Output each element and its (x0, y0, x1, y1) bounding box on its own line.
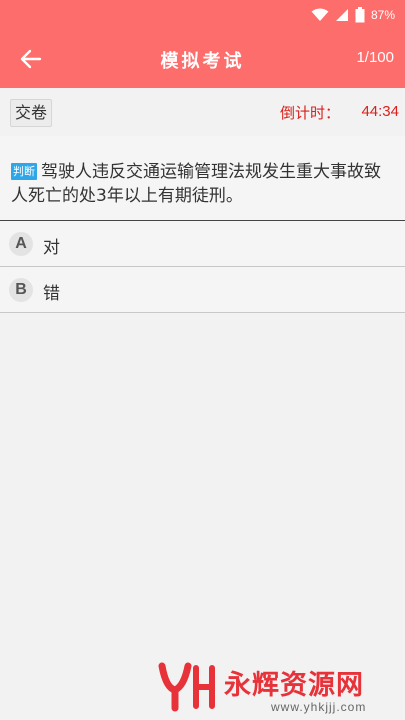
battery-percent: 87% (370, 8, 395, 22)
watermark-logo (158, 662, 215, 712)
option-text: 错 (43, 284, 60, 304)
option-letter: B (9, 278, 33, 302)
status-icons: 87% (311, 5, 395, 25)
watermark-name: 永辉资源网 (224, 670, 364, 701)
option-a[interactable]: A 对 (0, 221, 405, 267)
question-text-block: 判断 驾驶人违反交通运输管理法规发生重大事故致人死亡的处3年以上有期徒刑。 (11, 160, 395, 208)
option-b[interactable]: B 错 (0, 267, 405, 313)
wifi-icon (311, 8, 329, 21)
signal-icon (335, 9, 348, 21)
countdown-label: 倒计时： (280, 104, 341, 122)
watermark: 永辉资源网 www.yhkjjj.com (158, 660, 398, 716)
question-progress: 1/100 (356, 49, 394, 66)
exam-toolbar: 交卷 倒计时： 44:34 (0, 88, 405, 136)
question-text: 驾驶人违反交通运输管理法规发生重大事故致人死亡的处3年以上有期徒刑。 (11, 162, 381, 206)
submit-exam-button[interactable]: 交卷 (10, 99, 53, 127)
option-text: 对 (43, 238, 60, 258)
watermark-url: www.yhkjjj.com (271, 700, 367, 714)
question-card: 判断 驾驶人违反交通运输管理法规发生重大事故致人死亡的处3年以上有期徒刑。 (0, 136, 405, 221)
option-letter: A (9, 232, 33, 256)
app-bar: 模拟考试 1/100 (0, 30, 405, 88)
page-title: 模拟考试 (160, 51, 245, 72)
countdown-timer: 44:34 (361, 103, 399, 120)
question-type-badge: 判断 (11, 163, 37, 180)
battery-icon (355, 7, 365, 23)
status-bar: 87% (0, 0, 405, 30)
